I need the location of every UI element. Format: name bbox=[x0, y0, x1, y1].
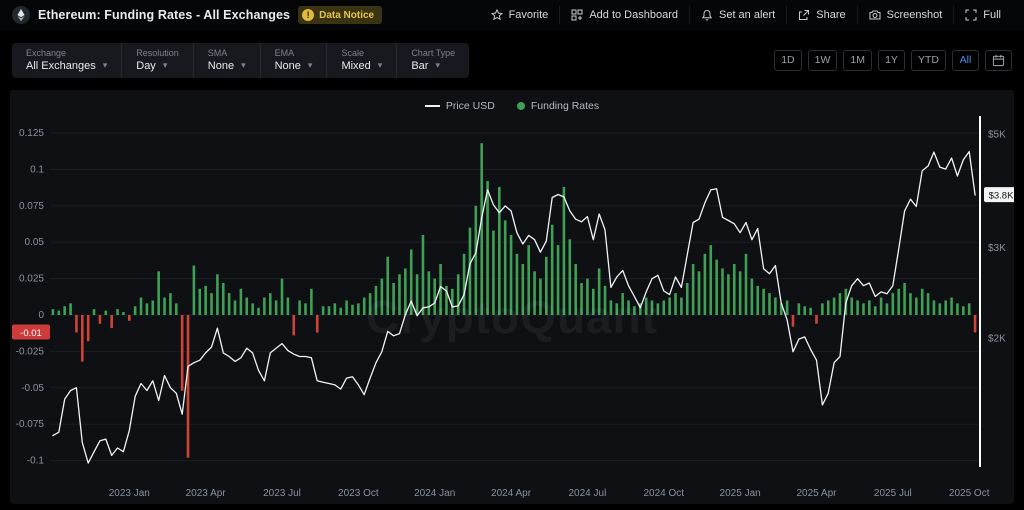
screenshot-label: Screenshot bbox=[887, 9, 943, 21]
chart-panel: 0.125 0.1 0.075 0.05 0.025 0 -0.025 -0.05 -0.075… bbox=[10, 90, 1014, 504]
svg-text:0.075: 0.075 bbox=[19, 201, 44, 212]
share-label: Share bbox=[816, 9, 845, 21]
control-resolution[interactable]: Resolution Day ▾ bbox=[121, 43, 193, 78]
svg-text:2025 Jan: 2025 Jan bbox=[720, 488, 761, 499]
range-1y-button[interactable]: 1Y bbox=[878, 50, 905, 71]
control-value: All Exchanges bbox=[26, 60, 96, 72]
svg-text:-0.025: -0.025 bbox=[16, 346, 45, 357]
data-notice-badge[interactable]: ! Data Notice bbox=[298, 6, 382, 24]
chart-header: Ethereum: Funding Rates - All Exchanges … bbox=[0, 0, 1024, 30]
svg-text:0: 0 bbox=[38, 310, 44, 321]
ethereum-icon bbox=[12, 6, 30, 24]
star-icon bbox=[491, 9, 503, 21]
svg-text:2023 Jan: 2023 Jan bbox=[109, 488, 150, 499]
control-label: SMA bbox=[208, 48, 246, 58]
cryptoquant-app: Ethereum: Funding Rates - All Exchanges … bbox=[0, 0, 1024, 504]
control-value: None bbox=[275, 60, 301, 72]
header-left: Ethereum: Funding Rates - All Exchanges … bbox=[12, 6, 382, 24]
time-range-group: 1D 1W 1M 1Y YTD All bbox=[774, 50, 1012, 71]
set-alert-button[interactable]: Set an alert bbox=[689, 6, 786, 24]
svg-text:-0.075: -0.075 bbox=[16, 419, 45, 430]
control-value: Mixed bbox=[341, 60, 370, 72]
control-ema[interactable]: EMA None ▾ bbox=[260, 43, 327, 78]
range-ytd-button[interactable]: YTD bbox=[911, 50, 946, 71]
control-value: Bar bbox=[411, 60, 428, 72]
svg-text:$3.8K: $3.8K bbox=[989, 191, 1014, 202]
add-to-dashboard-label: Add to Dashboard bbox=[589, 9, 678, 21]
fullscreen-label: Full bbox=[983, 9, 1001, 21]
chevron-down-icon: ▾ bbox=[308, 60, 313, 71]
bell-icon bbox=[701, 9, 713, 21]
expand-icon bbox=[965, 9, 977, 21]
page-title: Ethereum: Funding Rates - All Exchanges bbox=[38, 8, 290, 22]
control-label: Chart Type bbox=[411, 48, 455, 58]
control-label: EMA bbox=[275, 48, 313, 58]
screenshot-button[interactable]: Screenshot bbox=[857, 6, 954, 24]
fullscreen-button[interactable]: Full bbox=[953, 6, 1012, 24]
svg-text:2025 Jul: 2025 Jul bbox=[874, 488, 912, 499]
data-notice-label: Data Notice bbox=[319, 10, 374, 21]
svg-text:2024 Oct: 2024 Oct bbox=[643, 488, 684, 499]
svg-text:-0.05: -0.05 bbox=[21, 383, 44, 394]
svg-text:0.1: 0.1 bbox=[30, 164, 44, 175]
control-scale[interactable]: Scale Mixed ▾ bbox=[326, 43, 396, 78]
control-label: Scale bbox=[341, 48, 382, 58]
chart-settings-panel: Exchange All Exchanges▾ Resolution Day▾ … bbox=[12, 43, 469, 78]
svg-text:$3K: $3K bbox=[988, 243, 1006, 254]
chevron-down-icon: ▾ bbox=[241, 60, 246, 71]
svg-text:0.025: 0.025 bbox=[19, 274, 44, 285]
svg-text:0.05: 0.05 bbox=[25, 237, 45, 248]
controls-row: Exchange All Exchanges▾ Resolution Day▾ … bbox=[0, 38, 1024, 82]
svg-text:2025 Apr: 2025 Apr bbox=[796, 488, 837, 499]
range-1m-button[interactable]: 1M bbox=[843, 50, 872, 71]
control-chart-type[interactable]: Chart Type Bar ▾ bbox=[396, 43, 469, 78]
svg-text:2024 Jul: 2024 Jul bbox=[569, 488, 607, 499]
control-label: Exchange bbox=[26, 48, 107, 58]
set-alert-label: Set an alert bbox=[719, 9, 775, 21]
svg-text:-0.1: -0.1 bbox=[27, 456, 45, 467]
calendar-icon bbox=[992, 54, 1005, 67]
svg-text:2023 Oct: 2023 Oct bbox=[338, 488, 379, 499]
dashboard-icon bbox=[571, 9, 583, 21]
control-label: Resolution bbox=[136, 48, 179, 58]
control-value: Day bbox=[136, 60, 156, 72]
svg-text:-0.01: -0.01 bbox=[20, 328, 42, 339]
svg-text:2024 Apr: 2024 Apr bbox=[491, 488, 532, 499]
share-button[interactable]: Share bbox=[786, 6, 856, 24]
svg-text:0.125: 0.125 bbox=[19, 128, 44, 139]
svg-text:$2K: $2K bbox=[988, 333, 1006, 344]
chevron-down-icon: ▾ bbox=[435, 60, 440, 71]
control-value: None bbox=[208, 60, 234, 72]
camera-icon bbox=[869, 9, 881, 21]
range-all-button[interactable]: All bbox=[952, 50, 979, 71]
svg-text:2023 Jul: 2023 Jul bbox=[263, 488, 301, 499]
svg-text:$5K: $5K bbox=[988, 130, 1006, 141]
chevron-down-icon: ▾ bbox=[103, 60, 108, 71]
favorite-label: Favorite bbox=[509, 9, 549, 21]
share-icon bbox=[798, 9, 810, 21]
range-1d-button[interactable]: 1D bbox=[774, 50, 801, 71]
favorite-button[interactable]: Favorite bbox=[480, 6, 560, 24]
svg-text:2025 Oct: 2025 Oct bbox=[949, 488, 990, 499]
warning-icon: ! bbox=[302, 9, 314, 21]
control-exchange[interactable]: Exchange All Exchanges ▾ bbox=[12, 43, 121, 78]
calendar-button[interactable] bbox=[985, 50, 1012, 71]
control-sma[interactable]: SMA None ▾ bbox=[193, 43, 260, 78]
chevron-down-icon: ▾ bbox=[163, 60, 168, 71]
range-1w-button[interactable]: 1W bbox=[808, 50, 838, 71]
chevron-down-icon: ▾ bbox=[378, 60, 383, 71]
add-to-dashboard-button[interactable]: Add to Dashboard bbox=[559, 6, 689, 24]
header-actions: Favorite Add to Dashboard Set an alert S… bbox=[480, 6, 1012, 24]
svg-text:2024 Jan: 2024 Jan bbox=[414, 488, 455, 499]
svg-text:2023 Apr: 2023 Apr bbox=[186, 488, 227, 499]
funding-rates-chart[interactable]: 0.125 0.1 0.075 0.05 0.025 0 -0.025 -0.05 -0.075… bbox=[10, 90, 1014, 504]
